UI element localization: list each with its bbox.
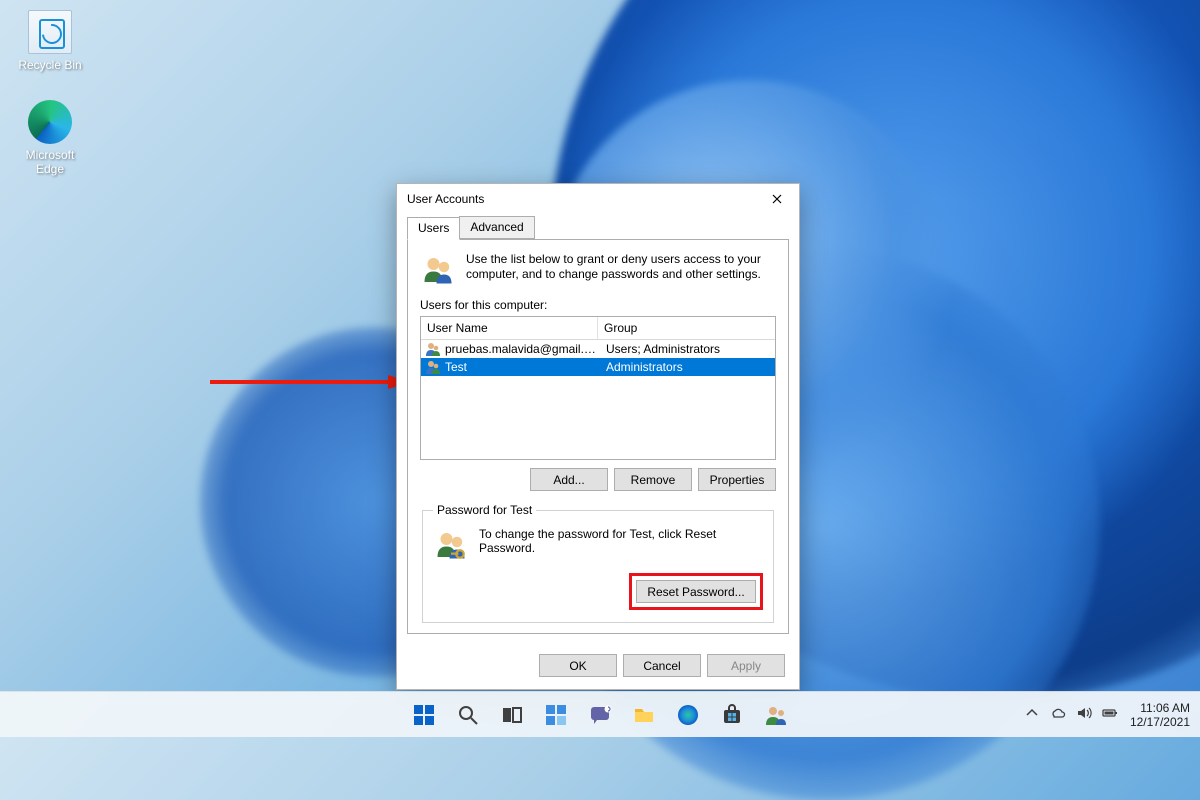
desktop-icon-label: Microsoft Edge bbox=[14, 148, 86, 176]
users-icon bbox=[420, 252, 456, 288]
user-accounts-dialog: User Accounts Users Advanced bbox=[396, 183, 800, 690]
folder-icon bbox=[632, 703, 656, 727]
remove-button[interactable]: Remove bbox=[614, 468, 692, 491]
battery-icon[interactable] bbox=[1102, 705, 1118, 724]
users-list-label: Users for this computer: bbox=[420, 298, 776, 312]
properties-button[interactable]: Properties bbox=[698, 468, 776, 491]
list-item[interactable]: Test Administrators bbox=[421, 358, 775, 376]
ok-button[interactable]: OK bbox=[539, 654, 617, 677]
list-item[interactable]: pruebas.malavida@gmail.com Users; Admini… bbox=[421, 340, 775, 358]
intro-text: Use the list below to grant or deny user… bbox=[466, 252, 776, 288]
edge-icon bbox=[676, 703, 700, 727]
add-button[interactable]: Add... bbox=[530, 468, 608, 491]
edge-button[interactable] bbox=[668, 695, 708, 735]
user-accounts-taskbar-button[interactable] bbox=[756, 695, 796, 735]
chat-button[interactable] bbox=[580, 695, 620, 735]
store-icon bbox=[720, 703, 744, 727]
password-legend: Password for Test bbox=[433, 503, 536, 517]
tab-advanced[interactable]: Advanced bbox=[459, 216, 534, 239]
password-groupbox: Password for Test T bbox=[422, 503, 774, 623]
onedrive-icon[interactable] bbox=[1050, 705, 1066, 724]
desktop-icon-label: Recycle Bin bbox=[14, 58, 86, 72]
cell-group: Users; Administrators bbox=[600, 342, 775, 356]
user-icon bbox=[425, 359, 441, 375]
task-view-icon bbox=[500, 703, 524, 727]
edge-icon bbox=[28, 100, 72, 144]
recycle-bin-icon bbox=[28, 10, 72, 54]
dialog-title: User Accounts bbox=[407, 192, 484, 206]
chevron-up-icon[interactable] bbox=[1024, 705, 1040, 724]
users-listview[interactable]: User Name Group pruebas.malavida@gmail.c… bbox=[420, 316, 776, 460]
tab-panel-users: Use the list below to grant or deny user… bbox=[407, 239, 789, 634]
desktop-icon-recycle-bin[interactable]: Recycle Bin bbox=[14, 10, 86, 72]
file-explorer-button[interactable] bbox=[624, 695, 664, 735]
listview-header[interactable]: User Name Group bbox=[421, 317, 775, 340]
widgets-button[interactable] bbox=[536, 695, 576, 735]
column-group[interactable]: Group bbox=[598, 317, 775, 339]
clock-date: 12/17/2021 bbox=[1130, 715, 1190, 729]
cell-user-name: pruebas.malavida@gmail.com bbox=[445, 342, 600, 356]
task-view-button[interactable] bbox=[492, 695, 532, 735]
cell-group: Administrators bbox=[600, 360, 775, 374]
store-button[interactable] bbox=[712, 695, 752, 735]
windows-logo-icon bbox=[412, 703, 436, 727]
apply-button[interactable]: Apply bbox=[707, 654, 785, 677]
cell-user-name: Test bbox=[445, 360, 600, 374]
widgets-icon bbox=[544, 703, 568, 727]
search-icon bbox=[456, 703, 480, 727]
volume-icon[interactable] bbox=[1076, 705, 1092, 724]
titlebar[interactable]: User Accounts bbox=[397, 184, 799, 214]
close-button[interactable] bbox=[755, 184, 799, 214]
desktop-icon-edge[interactable]: Microsoft Edge bbox=[14, 100, 86, 176]
taskbar[interactable]: 11:06 AM 12/17/2021 bbox=[0, 691, 1200, 737]
taskbar-clock[interactable]: 11:06 AM 12/17/2021 bbox=[1130, 701, 1190, 729]
user-icon bbox=[425, 341, 441, 357]
annotation-arrow bbox=[210, 374, 410, 390]
annotation-highlight: Reset Password... bbox=[629, 573, 763, 610]
chat-icon bbox=[588, 703, 612, 727]
cancel-button[interactable]: Cancel bbox=[623, 654, 701, 677]
users-icon bbox=[764, 703, 788, 727]
reset-password-button[interactable]: Reset Password... bbox=[636, 580, 756, 603]
start-button[interactable] bbox=[404, 695, 444, 735]
taskbar-center-items bbox=[404, 695, 796, 735]
users-key-icon bbox=[433, 527, 469, 563]
tab-users[interactable]: Users bbox=[407, 217, 460, 240]
system-tray[interactable]: 11:06 AM 12/17/2021 bbox=[1024, 701, 1190, 729]
search-button[interactable] bbox=[448, 695, 488, 735]
clock-time: 11:06 AM bbox=[1130, 701, 1190, 715]
close-icon bbox=[772, 194, 782, 204]
password-text: To change the password for Test, click R… bbox=[479, 527, 763, 555]
column-user-name[interactable]: User Name bbox=[421, 317, 598, 339]
